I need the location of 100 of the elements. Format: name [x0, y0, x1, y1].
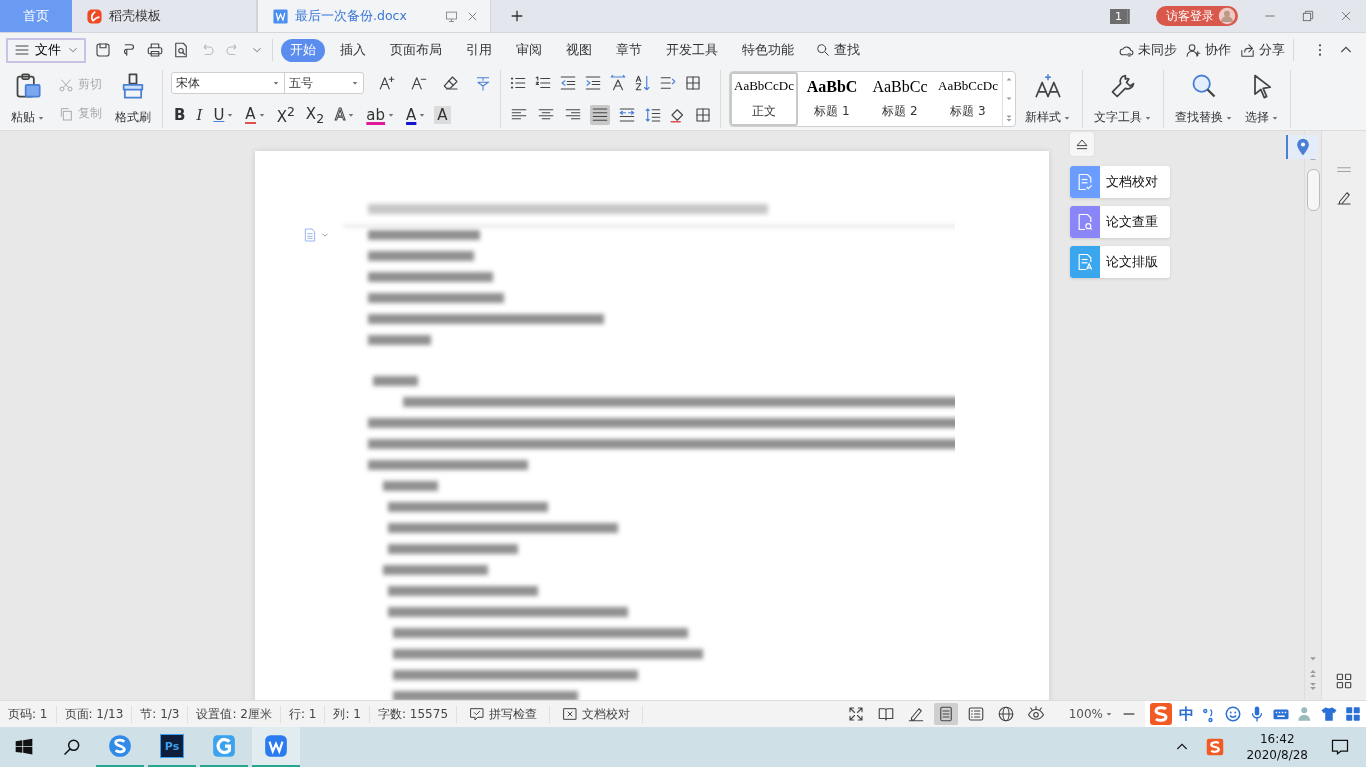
superscript-button[interactable]: X$^{2}$ — [273, 104, 298, 126]
proofread-button[interactable]: 文档校对 — [1070, 166, 1170, 198]
character-shading-button[interactable]: A — [434, 106, 451, 124]
shirt-icon[interactable] — [1320, 705, 1338, 723]
ribbon-tab[interactable]: 视图 — [557, 38, 601, 62]
line-spacing-icon[interactable] — [644, 105, 662, 124]
ribbon-tab[interactable]: 特色功能 — [733, 38, 803, 62]
spell-button[interactable]: 拼写检查 — [457, 705, 550, 723]
underline-button[interactable]: U — [210, 106, 238, 124]
format-painter-button[interactable]: 格式刷 — [112, 70, 154, 128]
ribbon-tab[interactable]: 插入 — [331, 38, 375, 62]
window-count-badge[interactable]: 1 — [1110, 8, 1130, 24]
status-text: 节: 1/3 — [132, 705, 189, 723]
windows-start-icon[interactable] — [14, 737, 34, 757]
taskbar-app[interactable] — [252, 727, 300, 767]
monitor-icon[interactable] — [444, 8, 459, 24]
ribbon-tab[interactable]: 引用 — [457, 38, 501, 62]
select-button[interactable]: 选择 — [1242, 70, 1282, 128]
character-scale-icon[interactable] — [609, 73, 627, 92]
photoshop-icon: Ps — [160, 734, 184, 758]
style-option[interactable]: AaBbCcDc 标题 3 — [934, 72, 1002, 126]
fullscreen-icon — [846, 705, 865, 723]
sort-icon[interactable] — [634, 73, 652, 92]
tiles-icon[interactable] — [1344, 705, 1362, 723]
plagiarism-button[interactable]: 论文查重 — [1070, 206, 1170, 238]
share-button[interactable]: 分享 — [1239, 41, 1285, 59]
font-size-field[interactable]: 五号 — [284, 72, 364, 94]
find-button[interactable]: 查找 — [815, 41, 860, 59]
status-text: 设置值: 2厘米 — [188, 705, 281, 723]
copy-icon — [58, 105, 74, 122]
justify-align-button[interactable] — [590, 104, 610, 125]
print-preview-icon[interactable] — [172, 41, 190, 59]
notification-icon[interactable] — [1330, 737, 1350, 757]
navigation-button[interactable] — [1286, 135, 1318, 159]
box-cross-icon — [562, 706, 578, 722]
menu-icon — [14, 42, 30, 58]
highlight-button[interactable]: ab — [363, 106, 399, 124]
grow-font-icon[interactable] — [378, 74, 396, 92]
sogou-logo-icon[interactable] — [1149, 702, 1173, 726]
print-icon[interactable] — [146, 41, 164, 59]
collapse-button[interactable] — [1070, 132, 1094, 156]
shrink-font-icon[interactable] — [410, 74, 428, 92]
paste-icon — [14, 72, 42, 100]
scissors-icon — [58, 76, 74, 93]
scrollbar-thumb[interactable] — [1306, 169, 1320, 211]
style-option[interactable]: AaBbCcDc 正文 — [730, 72, 798, 126]
search-icon[interactable] — [62, 737, 82, 757]
smiley-icon[interactable] — [1224, 705, 1242, 723]
wps-icon — [263, 733, 289, 759]
ribbon-tab[interactable]: 审阅 — [507, 38, 551, 62]
increase-indent-icon[interactable] — [584, 73, 602, 92]
caret-icon — [347, 111, 356, 119]
caret-icon — [387, 111, 396, 119]
document-tab[interactable]: 最后一次备份.docx — [257, 0, 491, 32]
bold-button[interactable]: B — [171, 106, 189, 124]
proof-button[interactable]: 文档校对 — [550, 705, 643, 723]
sogou-logo-icon[interactable] — [1206, 738, 1225, 756]
grid-icon[interactable] — [1335, 672, 1353, 690]
strikethrough-button[interactable]: A — [242, 105, 269, 125]
ribbon-tab[interactable]: 开发工具 — [657, 38, 727, 62]
new-tab-icon[interactable] — [509, 8, 525, 24]
paste-button[interactable]: 粘贴 — [8, 70, 48, 128]
font-color-button[interactable]: A — [403, 106, 430, 124]
caret-icon — [351, 79, 359, 87]
ribbon-tab[interactable]: 章节 — [607, 38, 651, 62]
style-option[interactable]: AaBbCc 标题 2 — [866, 72, 934, 126]
find-replace-button[interactable]: 查找替换 — [1172, 70, 1236, 128]
italic-button[interactable]: I — [193, 106, 206, 124]
save-icon[interactable] — [94, 41, 112, 59]
borders-icon[interactable] — [694, 105, 712, 124]
pen-icon — [906, 705, 925, 723]
flame-logo-icon — [86, 7, 103, 25]
new-style-button[interactable]: 新样式 — [1022, 70, 1074, 128]
caret-icon — [418, 111, 427, 119]
font-name-field[interactable]: 宋体 — [171, 72, 285, 94]
page-view-button[interactable] — [933, 703, 958, 725]
eraser-icon[interactable] — [442, 74, 460, 92]
collab-button[interactable]: 协作 — [1185, 41, 1231, 59]
pen-icon[interactable] — [1335, 189, 1353, 207]
input-mode-toggle[interactable]: 中 — [1179, 704, 1194, 724]
g-app-icon — [211, 733, 237, 759]
taskbar-app[interactable]: Ps — [148, 727, 196, 767]
table-icon[interactable] — [684, 73, 702, 92]
subscript-button[interactable]: X$_{2}$ — [302, 104, 328, 126]
layout-button[interactable]: 论文排版 — [1070, 246, 1170, 278]
login-button[interactable]: 访客登录 — [1156, 6, 1238, 26]
outline-icon — [966, 705, 985, 723]
file-menu-button[interactable]: 文件 — [6, 37, 86, 63]
restore-icon[interactable] — [1300, 8, 1316, 24]
wrench-icon — [1109, 72, 1137, 100]
caret-icon — [1105, 710, 1113, 718]
vertical-scrollbar[interactable] — [1304, 131, 1321, 700]
decrease-indent-icon[interactable] — [559, 73, 577, 92]
style-option[interactable]: AaBbC 标题 1 — [798, 72, 866, 126]
share-icon — [1239, 41, 1256, 59]
ribbon-tab[interactable]: 页面布局 — [381, 38, 451, 62]
sync-button[interactable]: 未同步 — [1118, 41, 1177, 59]
clock[interactable]: 16:42 2020/8/28 — [1246, 730, 1308, 764]
text-tools-button[interactable]: 文字工具 — [1091, 70, 1155, 128]
zoom-level[interactable]: 100% — [1068, 707, 1113, 721]
